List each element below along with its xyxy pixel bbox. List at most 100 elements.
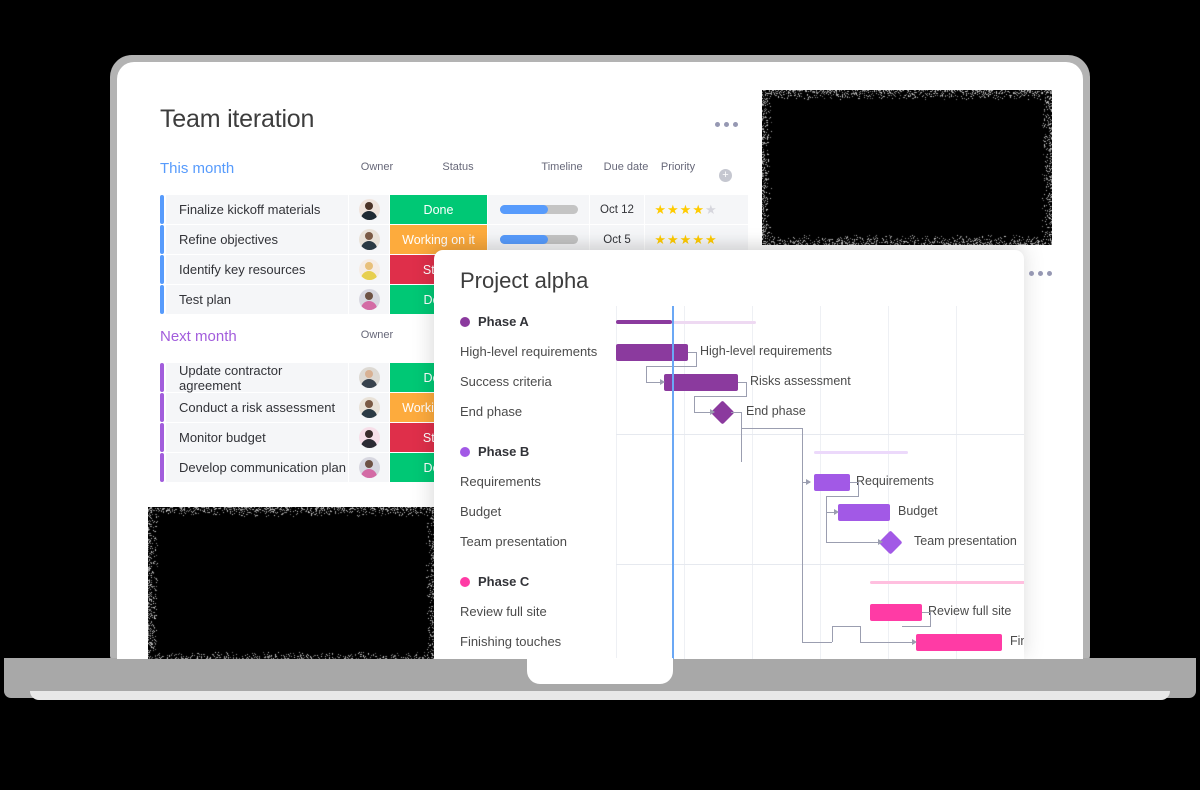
progress-track xyxy=(500,205,578,214)
gantt-dependency-line xyxy=(826,512,827,542)
gantt-dependency-line xyxy=(826,512,834,513)
gantt-dependency-line xyxy=(902,626,931,627)
task-name-cell[interactable]: Finalize kickoff materials xyxy=(166,195,348,224)
star-icon[interactable]: ★ xyxy=(680,233,692,246)
gantt-task-label[interactable]: End phase xyxy=(460,404,522,419)
avatar xyxy=(359,259,380,280)
gantt-dependency-line xyxy=(832,626,833,642)
gantt-dependency-line xyxy=(832,626,860,627)
gantt-dependency-line xyxy=(694,412,710,413)
owner-cell[interactable] xyxy=(349,423,389,452)
priority-cell[interactable]: ★ ★ ★ ★ ★ xyxy=(645,195,726,224)
gantt-more-options-button[interactable] xyxy=(1029,271,1052,276)
gantt-task-bar[interactable] xyxy=(838,504,890,521)
laptop-notch xyxy=(527,658,673,684)
star-icon[interactable]: ★ xyxy=(705,233,717,246)
gantt-phase-summary-bar xyxy=(870,581,1024,584)
star-icon[interactable]: ★ xyxy=(667,233,679,246)
owner-cell[interactable] xyxy=(349,393,389,422)
gantt-task-label[interactable]: Finishing touches xyxy=(460,634,561,649)
gantt-bar-label: Review full site xyxy=(928,604,1011,618)
row-accent-bar xyxy=(160,255,164,284)
row-end-spacer xyxy=(726,195,748,224)
star-icon[interactable]: ★ xyxy=(680,203,692,216)
progress-fill xyxy=(500,205,548,214)
gantt-task-label[interactable]: High-level requirements xyxy=(460,344,597,359)
table-row[interactable]: Finalize kickoff materials Done Oct 12 ★ ★ ★ ★… xyxy=(160,195,760,224)
gantt-task-bar[interactable] xyxy=(616,344,688,361)
star-icon[interactable]: ★ xyxy=(692,203,704,216)
gantt-task-label[interactable]: Review full site xyxy=(460,604,547,619)
gantt-dependency-line xyxy=(696,352,697,366)
owner-cell[interactable] xyxy=(349,195,389,224)
gantt-task-label[interactable]: Budget xyxy=(460,504,501,519)
row-accent-bar xyxy=(160,393,164,422)
owner-cell[interactable] xyxy=(349,255,389,284)
task-name-cell[interactable]: Update contractor agreement xyxy=(166,363,348,392)
task-name-cell[interactable]: Conduct a risk assessment xyxy=(166,393,348,422)
gantt-task-bar[interactable] xyxy=(814,474,850,491)
column-header-owner: Owner xyxy=(350,328,404,342)
row-accent-bar xyxy=(160,363,164,392)
row-accent-bar xyxy=(160,423,164,452)
add-column-icon[interactable]: + xyxy=(719,169,732,182)
gantt-dependency-line xyxy=(860,626,861,642)
star-icon[interactable]: ★ xyxy=(705,203,717,216)
star-icon[interactable]: ★ xyxy=(654,233,666,246)
gantt-dependency-arrow xyxy=(878,539,883,545)
column-header-priority: Priority xyxy=(630,160,726,174)
timeline-cell[interactable] xyxy=(488,195,589,224)
owner-cell[interactable] xyxy=(349,285,389,314)
owner-cell[interactable] xyxy=(349,363,389,392)
gantt-dependency-line xyxy=(646,382,660,383)
task-name-cell[interactable]: Test plan xyxy=(166,285,348,314)
gantt-phase-label[interactable]: Phase B xyxy=(478,444,529,459)
task-name-cell[interactable]: Refine objectives xyxy=(166,225,348,254)
due-date-cell[interactable]: Oct 12 xyxy=(590,195,644,224)
star-icon[interactable]: ★ xyxy=(692,233,704,246)
phase-dot-icon xyxy=(460,577,470,587)
gantt-task-bar[interactable] xyxy=(870,604,922,621)
gantt-today-marker xyxy=(672,306,674,659)
gantt-dependency-line xyxy=(802,428,803,482)
status-badge[interactable]: Done xyxy=(390,195,487,224)
gantt-dependency-arrow xyxy=(912,639,917,645)
gantt-dependency-line xyxy=(826,496,859,497)
owner-cell[interactable] xyxy=(349,453,389,482)
gantt-phase-label[interactable]: Phase A xyxy=(478,314,529,329)
task-name-cell[interactable]: Develop communication plan xyxy=(166,453,348,482)
task-name-cell[interactable]: Identify key resources xyxy=(166,255,348,284)
avatar xyxy=(359,457,380,478)
owner-cell[interactable] xyxy=(349,225,389,254)
gantt-phase-label[interactable]: Phase C xyxy=(478,574,529,589)
gantt-dependency-line xyxy=(741,412,742,428)
gantt-phase-progress-bar xyxy=(616,320,672,324)
phase-dot-icon xyxy=(460,317,470,327)
board-header: Team iteration xyxy=(160,105,780,134)
avatar xyxy=(359,199,380,220)
star-icon[interactable]: ★ xyxy=(654,203,666,216)
gantt-dependency-line xyxy=(860,642,912,643)
gantt-dependency-line xyxy=(802,482,803,642)
gantt-task-label[interactable]: Requirements xyxy=(460,474,541,489)
gantt-task-label[interactable]: Success criteria xyxy=(460,374,552,389)
gantt-bar-label: Team presentation xyxy=(914,534,1017,548)
task-name-cell[interactable]: Monitor budget xyxy=(166,423,348,452)
redacted-region-bottom-left xyxy=(148,507,436,659)
star-icon[interactable]: ★ xyxy=(667,203,679,216)
gantt-task-bar[interactable] xyxy=(916,634,1002,651)
gantt-dependency-arrow xyxy=(834,509,839,515)
gantt-task-bar[interactable] xyxy=(664,374,738,391)
progress-fill xyxy=(500,235,548,244)
gantt-dependency-line xyxy=(930,612,931,626)
column-header-owner: Owner xyxy=(350,160,404,174)
gantt-phase-summary-bar xyxy=(814,451,908,454)
gantt-bar-label: High-level requirements xyxy=(700,344,832,358)
laptop-screen: Team iteration This month Owner Status T… xyxy=(117,62,1083,659)
gantt-task-label[interactable]: Team presentation xyxy=(460,534,567,549)
board-more-options-button[interactable] xyxy=(715,122,738,127)
redacted-region-top-right xyxy=(762,90,1052,245)
gantt-bar-label: Requirements xyxy=(856,474,934,488)
gantt-bar-label: Budget xyxy=(898,504,938,518)
gantt-dependency-line xyxy=(694,396,695,412)
